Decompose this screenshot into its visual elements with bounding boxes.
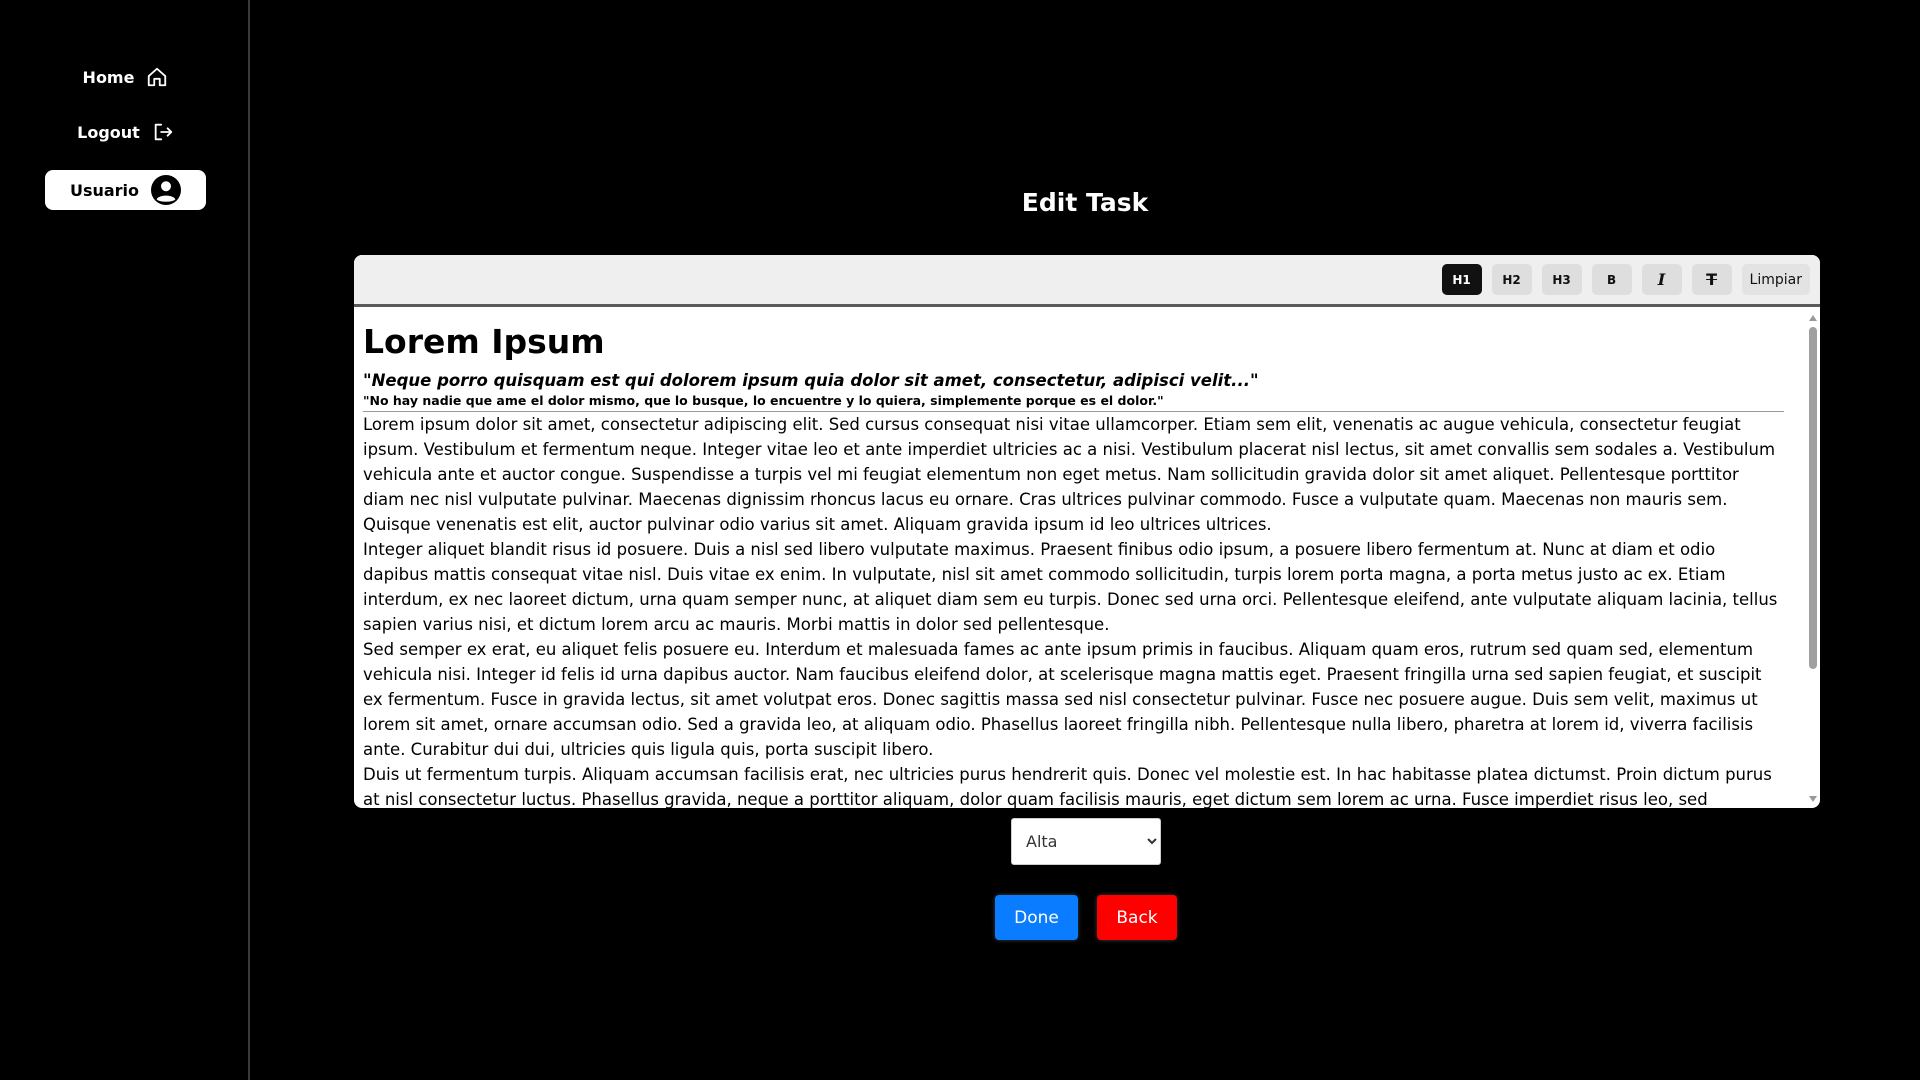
nav-logout-label: Logout	[77, 122, 140, 142]
nav-user[interactable]: Usuario	[45, 170, 206, 210]
heading2-button[interactable]: H2	[1491, 264, 1532, 295]
strikethrough-button[interactable]: T	[1691, 264, 1732, 295]
content-paragraph: Duis ut fermentum turpis. Aliquam accums…	[363, 765, 1772, 808]
scroll-up-arrow-icon[interactable]	[1809, 315, 1817, 321]
heading3-button[interactable]: H3	[1541, 264, 1582, 295]
content-paragraph: Sed semper ex erat, eu aliquet felis pos…	[363, 640, 1762, 759]
content-paragraph: Integer aliquet blandit risus id posuere…	[363, 540, 1778, 634]
nav-user-label: Usuario	[69, 180, 140, 200]
scroll-down-arrow-icon[interactable]	[1809, 796, 1817, 802]
nav-logout[interactable]: Logout	[45, 112, 206, 152]
rich-text-editor: H1 H2 H3 B I T Limpiar Lorem Ipsum "Nequ…	[354, 255, 1820, 808]
content-paragraph: Lorem ipsum dolor sit amet, consectetur …	[363, 415, 1776, 534]
italic-button[interactable]: I	[1641, 264, 1682, 295]
user-icon	[151, 175, 182, 205]
done-button[interactable]: Done	[995, 895, 1078, 940]
scrollbar-thumb[interactable]	[1809, 327, 1817, 669]
editor-content[interactable]: Lorem Ipsum "Neque porro quisquam est qu…	[354, 310, 1806, 808]
editor-scrollbar[interactable]	[1808, 313, 1818, 804]
content-quote: "Neque porro quisquam est qui dolorem ip…	[363, 371, 1259, 390]
page-title: Edit Task	[1021, 188, 1149, 217]
home-icon	[148, 67, 167, 87]
content-subquote: "No hay nadie que ame el dolor mismo, qu…	[363, 392, 1784, 412]
priority-select[interactable]: Alta	[1011, 818, 1161, 865]
logout-icon	[154, 123, 172, 141]
content-heading: Lorem Ipsum	[363, 322, 605, 361]
clear-format-button[interactable]: Limpiar	[1741, 264, 1810, 295]
heading1-button[interactable]: H1	[1441, 264, 1482, 295]
sidebar: Home Logout Usuario	[0, 0, 250, 1080]
nav-home[interactable]: Home	[45, 57, 206, 97]
bold-button[interactable]: B	[1591, 264, 1632, 295]
editor-toolbar: H1 H2 H3 B I T Limpiar	[354, 255, 1820, 307]
nav-home-label: Home	[82, 67, 135, 87]
back-button[interactable]: Back	[1097, 895, 1177, 940]
